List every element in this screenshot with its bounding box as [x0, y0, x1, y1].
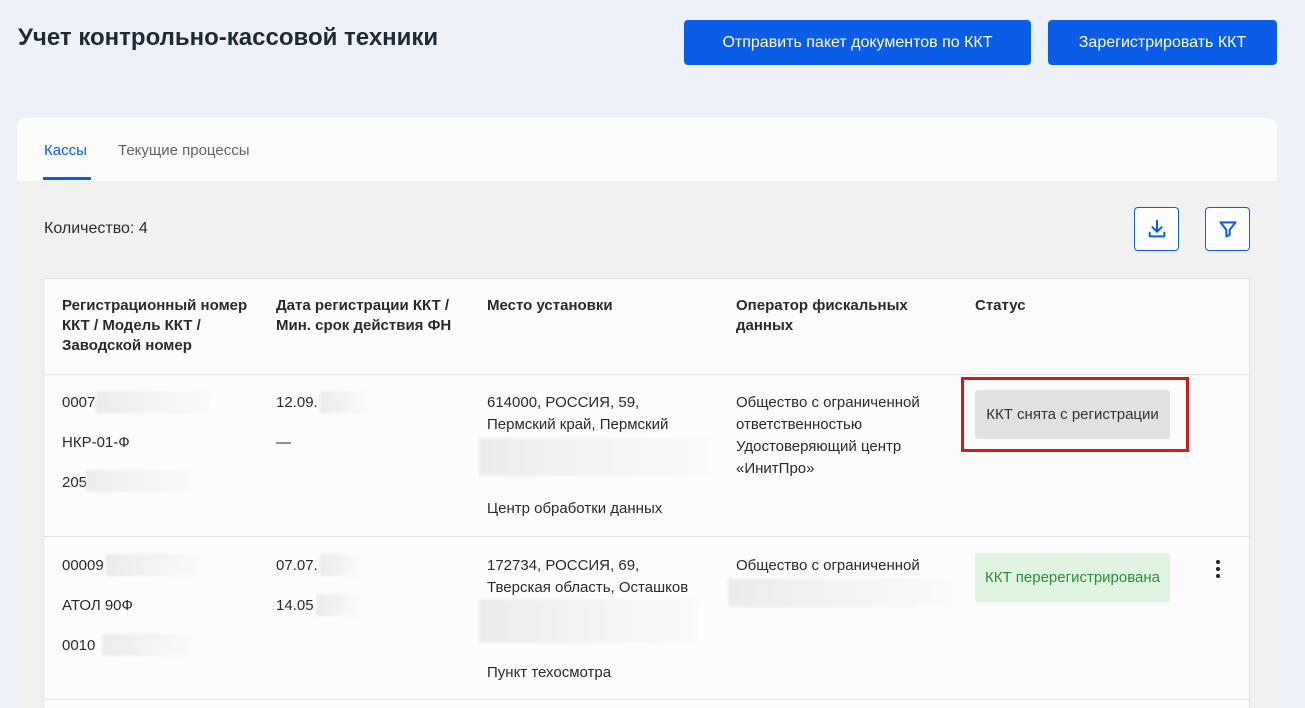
column-header-status[interactable]: Статус [975, 296, 1175, 316]
download-icon [1148, 219, 1165, 238]
send-documents-button[interactable]: Отправить пакет документов по ККТ [684, 20, 1031, 65]
column-header-reg-number[interactable]: Регистрационный номер ККТ / Модель ККТ /… [62, 296, 252, 356]
row-divider [44, 536, 1249, 537]
column-header-reg-date[interactable]: Дата регистрации ККТ / Мин. срок действи… [276, 296, 466, 336]
redacted-area [86, 470, 192, 492]
address-line: 614000, РОССИЯ, 59, [487, 394, 640, 411]
operator-line: Общество с ограниченной [736, 557, 920, 574]
reg-number-value: 00009 [62, 557, 104, 574]
operator-line: Общество с ограниченной [736, 394, 920, 411]
tabs-bar: Кассы Текущие процессы [17, 118, 1277, 181]
row-divider [44, 374, 1249, 375]
more-actions-icon[interactable] [1210, 555, 1226, 583]
redacted-area [96, 391, 209, 413]
place-name-value: Пункт техосмотра [487, 664, 612, 681]
status-badge: ККТ перерегистрирована [975, 553, 1170, 602]
redacted-area [102, 634, 192, 656]
redacted-area [106, 554, 202, 576]
serial-value: 0010 [62, 637, 96, 654]
operator-line: «ИнитПро» [736, 460, 815, 477]
filter-button[interactable] [1205, 207, 1250, 251]
redacted-area [316, 594, 360, 616]
redacted-area [479, 438, 709, 476]
operator-line: ответственностью [736, 416, 863, 433]
redacted-area [479, 599, 697, 643]
filter-icon [1219, 221, 1236, 238]
operator-line: Удостоверяющий центр [736, 438, 902, 455]
reg-number-value: 0007 [62, 394, 96, 411]
serial-value: 205 [62, 474, 88, 491]
address-line: Пермский край, Пермский [487, 416, 669, 433]
download-button[interactable] [1134, 207, 1179, 251]
model-value: НКР-01-Ф [62, 434, 130, 451]
kkt-table: Регистрационный номер ККТ / Модель ККТ /… [43, 278, 1250, 708]
active-tab-indicator [43, 177, 91, 180]
count-label: Количество: 4 [44, 220, 148, 237]
fn-term-value: 14.05 [276, 597, 314, 614]
register-kkt-button[interactable]: Зарегистрировать ККТ [1048, 20, 1277, 65]
redacted-area [728, 579, 952, 607]
fn-term-value: — [276, 434, 291, 451]
model-value: АТОЛ 90Ф [62, 597, 133, 614]
tab-current-processes[interactable]: Текущие процессы [118, 142, 249, 159]
column-header-location[interactable]: Место установки [487, 296, 707, 316]
redacted-area [320, 554, 360, 576]
row-divider [44, 699, 1249, 700]
address-line: 172734, РОССИЯ, 69, [487, 557, 640, 574]
redacted-area [320, 391, 368, 413]
address-line: Тверская область, Осташков [487, 579, 689, 596]
place-name-value: Центр обработки данных [487, 500, 663, 517]
reg-date-value: 07.07. [276, 557, 318, 574]
tab-cashiers[interactable]: Кассы [44, 142, 87, 159]
reg-date-value: 12.09. [276, 394, 318, 411]
page-title: Учет контрольно-кассовой техники [18, 24, 439, 51]
kkt-card: Кассы Текущие процессы Количество: 4 Рег… [17, 118, 1277, 708]
highlight-frame [961, 377, 1189, 452]
column-header-operator[interactable]: Оператор фискальных данных [736, 296, 936, 336]
